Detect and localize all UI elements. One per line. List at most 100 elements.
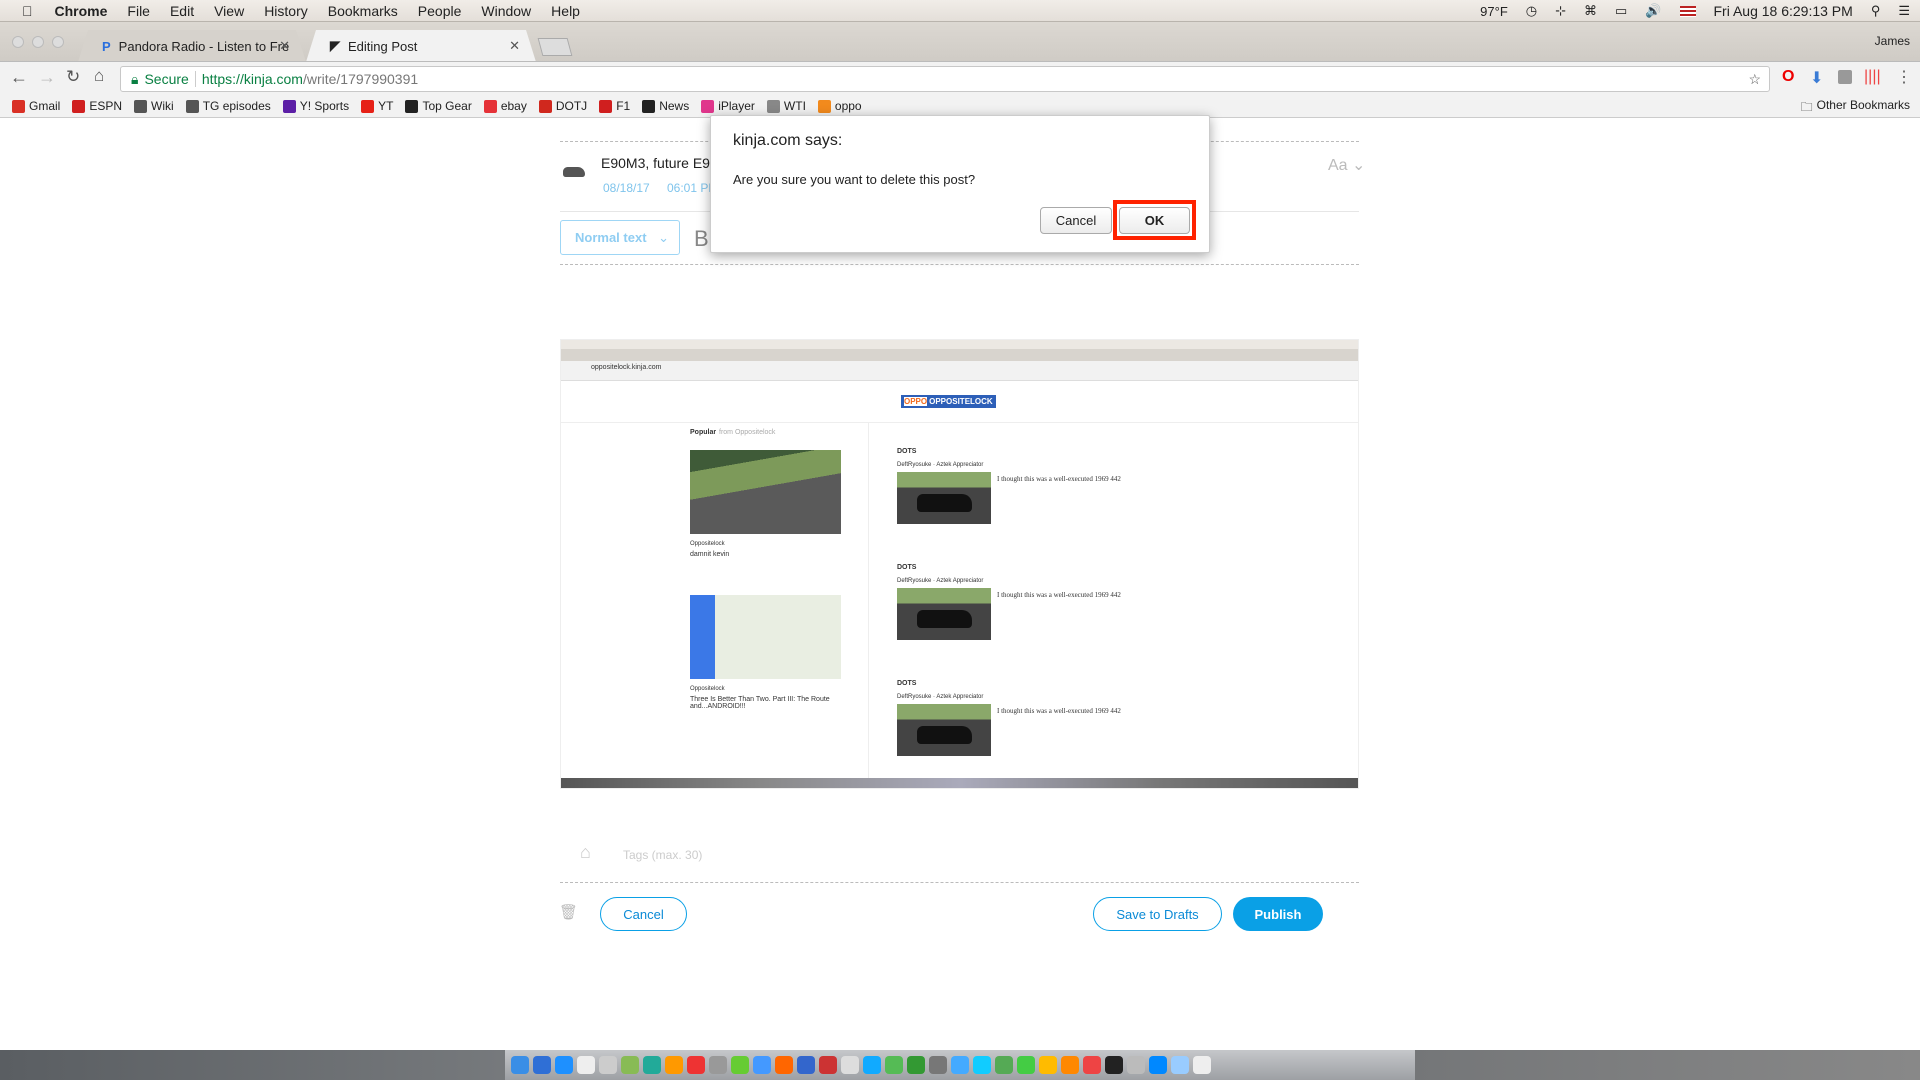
opera-extension-icon[interactable]: O [1782,68,1794,86]
dock-app-icon[interactable] [643,1056,661,1074]
dock-app-icon[interactable] [753,1056,771,1074]
bookmark-item[interactable]: ESPN [72,99,122,113]
download-extension-icon[interactable]: ⬇ [1810,68,1823,88]
other-bookmarks[interactable]: 🗀 Other Bookmarks [1801,98,1910,119]
bold-button[interactable]: B [694,226,709,252]
bookmark-item[interactable]: ebay [483,99,527,113]
menu-history[interactable]: History [264,3,308,19]
apple-icon[interactable]:  [22,3,33,19]
delete-post-trash-icon[interactable]: 🗑︎ [559,903,578,921]
bookmark-item[interactable]: Y! Sports [282,99,349,113]
menu-people[interactable]: People [418,3,462,19]
tab-editing-post[interactable]: ◤ Editing Post ✕ [306,30,536,62]
wifi-icon[interactable]: ⌘ [1584,3,1597,19]
close-tab-icon[interactable]: ✕ [279,38,290,54]
barcode-extension-icon[interactable]: |||| [1864,68,1881,86]
dock-app-icon[interactable] [1083,1056,1101,1074]
dock-app-icon[interactable] [841,1056,859,1074]
dock-app-icon[interactable] [1105,1056,1123,1074]
dock-app-icon[interactable] [1017,1056,1035,1074]
post-title[interactable]: E90M3, future E9X [601,155,719,171]
bookmark-item[interactable]: DOTJ [538,99,587,113]
dialog-ok-button[interactable]: OK [1119,207,1190,234]
close-tab-icon[interactable]: ✕ [509,38,520,54]
menu-view[interactable]: View [214,3,244,19]
font-size-toggle[interactable]: Aa ⌄ [1328,155,1365,175]
dock-app-icon[interactable] [1171,1056,1189,1074]
bookmark-item[interactable]: oppo [817,99,862,113]
dock-app-icon[interactable] [665,1056,683,1074]
volume-icon[interactable]: 🔊 [1645,3,1661,19]
dock-app-icon[interactable] [951,1056,969,1074]
back-icon[interactable]: ← [10,67,28,88]
bookmark-item[interactable]: WTI [766,99,806,113]
home-icon[interactable]: ⌂ [94,66,104,86]
dock-app-icon[interactable] [775,1056,793,1074]
temperature[interactable]: 97°F [1480,4,1508,19]
dock-app-icon[interactable] [533,1056,551,1074]
profile-name[interactable]: James [1875,34,1910,48]
bookmark-item[interactable]: TG episodes [185,99,271,113]
bookmark-star-icon[interactable]: ☆ [1748,71,1761,88]
tags-input[interactable]: Tags (max. 30) [623,848,702,862]
forward-icon[interactable]: → [38,67,56,88]
menu-edit[interactable]: Edit [170,3,194,19]
new-tab-button[interactable] [537,38,573,56]
reload-icon[interactable]: ↻ [66,67,80,87]
dock-app-icon[interactable] [621,1056,639,1074]
tab-pandora[interactable]: P Pandora Radio - Listen to Free ✕ [78,30,306,62]
dock-app-icon[interactable] [929,1056,947,1074]
spotlight-icon[interactable]: ⚲ [1871,3,1881,19]
dock-app-icon[interactable] [599,1056,617,1074]
post-date[interactable]: 08/18/17 [603,181,650,195]
bookmark-item[interactable]: F1 [599,99,630,113]
extension-icon[interactable] [1838,70,1852,84]
format-select[interactable]: Normal text ⌄ [560,220,680,255]
minimize-window-button[interactable] [32,36,44,48]
dock-app-icon[interactable] [1149,1056,1167,1074]
menu-help[interactable]: Help [551,3,580,19]
dock-app-icon[interactable] [1061,1056,1079,1074]
dock-app-icon[interactable] [511,1056,529,1074]
publish-button[interactable]: Publish [1233,897,1323,931]
airplay-icon[interactable]: ▭ [1615,3,1627,19]
dock-app-icon[interactable] [1127,1056,1145,1074]
dock-app-icon[interactable] [709,1056,727,1074]
cancel-button[interactable]: Cancel [600,897,687,931]
bluetooth-icon[interactable]: ⊹ [1555,3,1566,19]
dock-app-icon[interactable] [577,1056,595,1074]
dock-app-icon[interactable] [907,1056,925,1074]
dock-app-icon[interactable] [819,1056,837,1074]
zoom-window-button[interactable] [52,36,64,48]
clock[interactable]: Fri Aug 18 6:29:13 PM [1714,3,1853,19]
dock-app-icon[interactable] [1039,1056,1057,1074]
bookmark-item[interactable]: iPlayer [701,99,755,113]
dock-app-icon[interactable] [555,1056,573,1074]
bookmark-item[interactable]: YT [361,99,393,113]
bookmark-item[interactable]: Wiki [134,99,174,113]
dock-app-icon[interactable] [687,1056,705,1074]
dock-app-icon[interactable] [863,1056,881,1074]
dock-app-icon[interactable] [995,1056,1013,1074]
menu-window[interactable]: Window [481,3,531,19]
menu-bookmarks[interactable]: Bookmarks [328,3,398,19]
dock-app-icon[interactable] [731,1056,749,1074]
dialog-cancel-button[interactable]: Cancel [1040,207,1112,234]
chrome-menu-icon[interactable]: ⋮ [1896,67,1912,87]
menu-file[interactable]: File [127,3,150,19]
time-machine-icon[interactable]: ◷ [1526,3,1537,19]
bookmark-item[interactable]: News [642,99,689,113]
notification-center-icon[interactable]: ☰ [1898,3,1910,19]
dock-app-icon[interactable] [973,1056,991,1074]
dock-app-icon[interactable] [797,1056,815,1074]
bookmark-item[interactable]: Top Gear [405,99,472,113]
flag-icon[interactable] [1679,5,1696,17]
menu-app-name[interactable]: Chrome [55,3,108,19]
dock-app-icon[interactable] [885,1056,903,1074]
address-bar[interactable]: 🔒︎ Secure https://kinja.com /write/17979… [120,66,1770,92]
save-to-drafts-button[interactable]: Save to Drafts [1093,897,1222,931]
dock-app-icon[interactable] [1193,1056,1211,1074]
bookmark-item[interactable]: Gmail [12,99,60,113]
close-window-button[interactable] [12,36,24,48]
author-avatar[interactable] [563,167,585,177]
